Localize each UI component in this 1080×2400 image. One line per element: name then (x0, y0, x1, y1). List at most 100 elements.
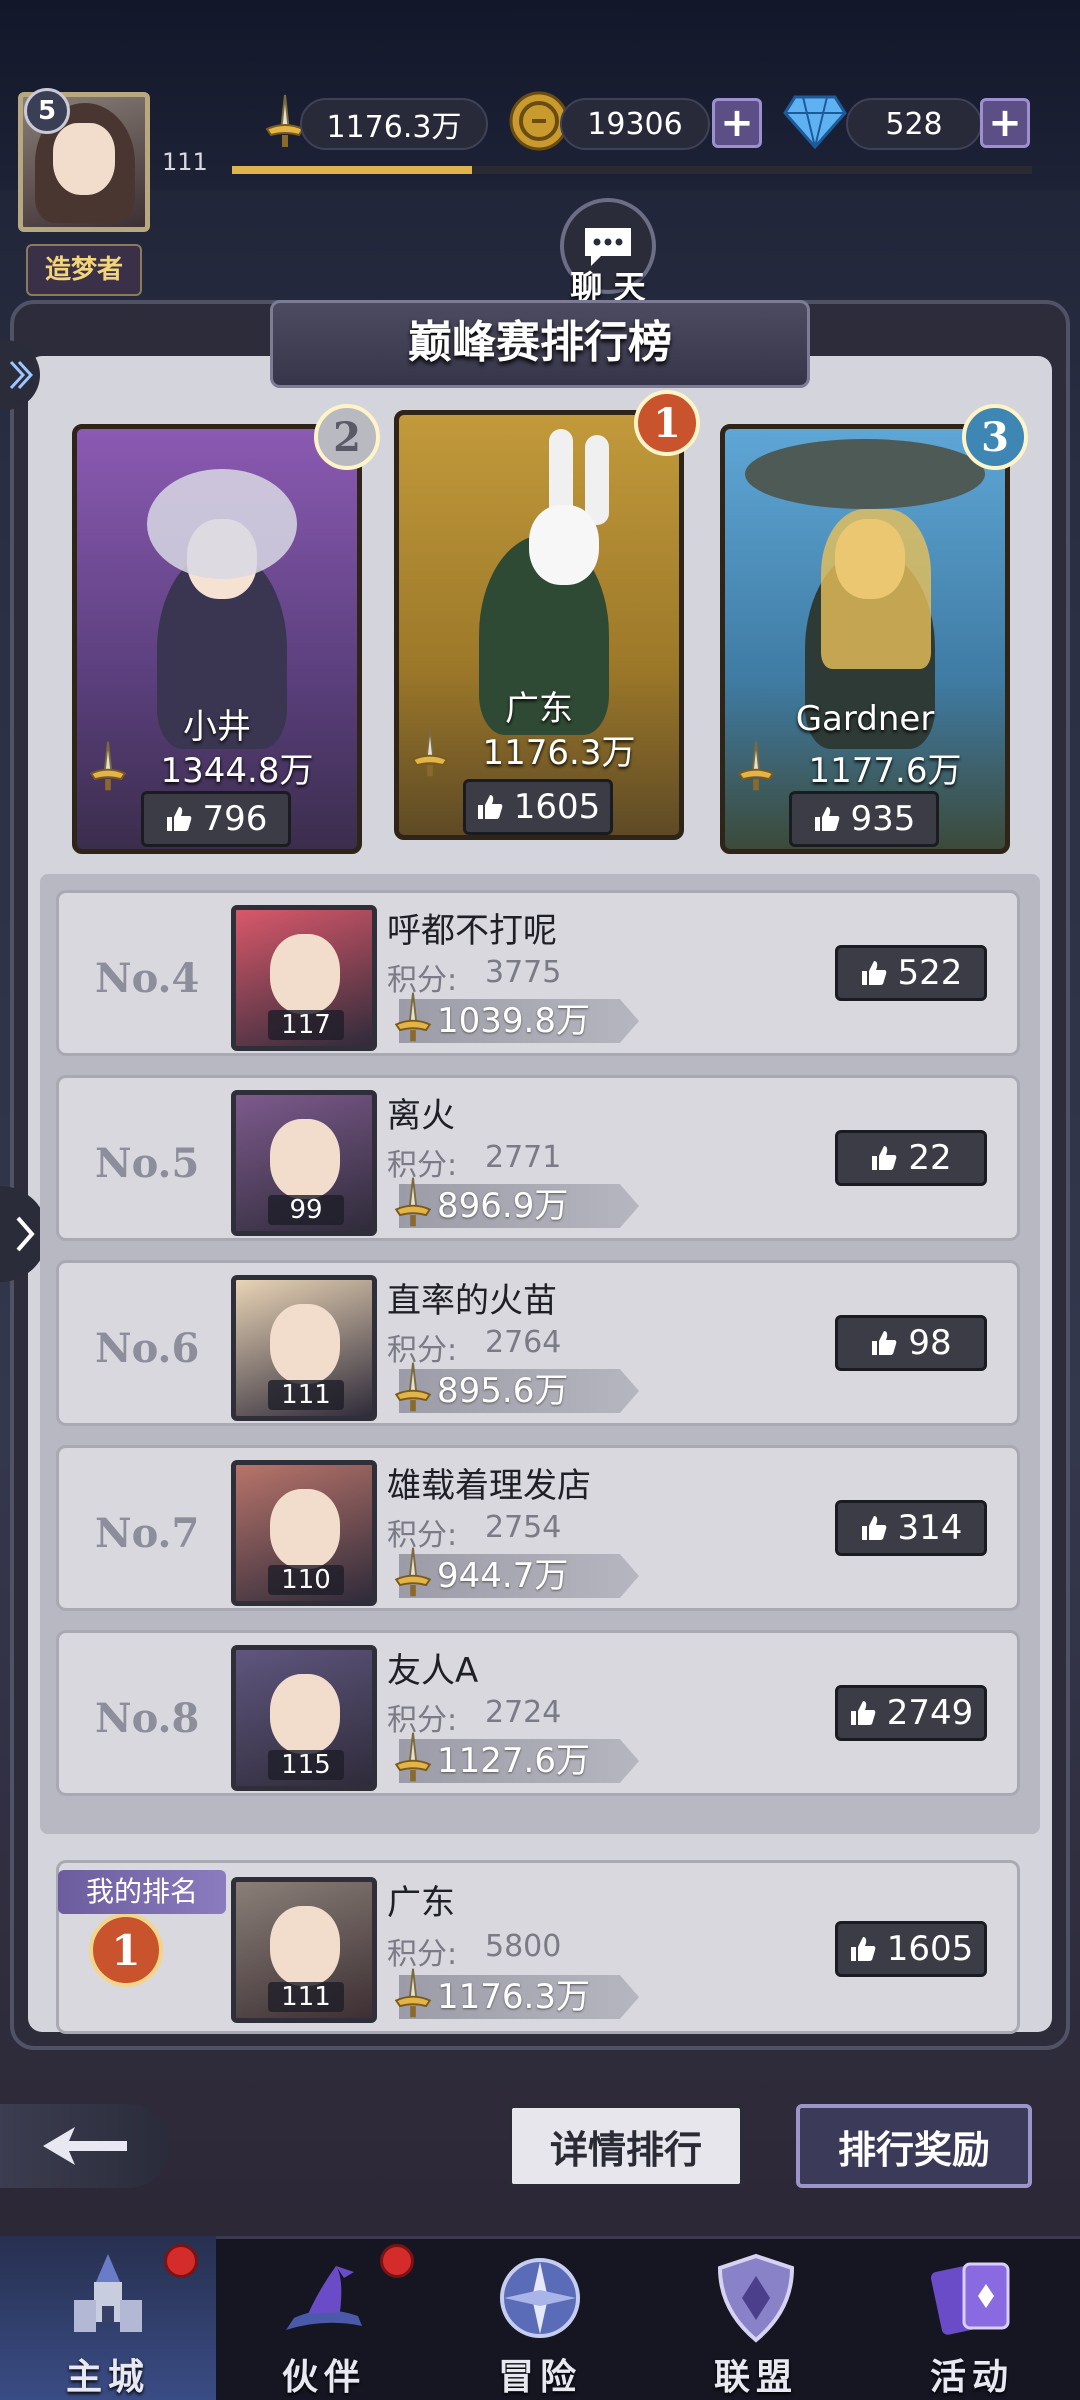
row-score: 2724 (485, 1695, 562, 1730)
shield-icon (701, 2244, 811, 2352)
sword-icon (394, 992, 432, 1042)
thumbs-up-icon (166, 807, 191, 831)
table-row[interactable]: No.8 115 友人A 积分: 2724 1127.6万 2749 (56, 1630, 1020, 1796)
diamond-icon (782, 88, 848, 154)
ranking-reward-button[interactable]: 排行奖励 (796, 2104, 1032, 2188)
sword-icon (394, 1968, 432, 2018)
rank-number: No.4 (95, 955, 200, 1002)
my-rank-tag: 我的排名 (58, 1870, 226, 1914)
row-like-button[interactable]: 22 (835, 1130, 987, 1186)
nav-label: 联盟 (713, 2357, 798, 2398)
row-name: 友人A (387, 1651, 479, 1691)
power-display: 1176.3万 (300, 98, 488, 150)
row-like-button[interactable]: 98 (835, 1315, 987, 1371)
row-score: 2764 (485, 1325, 562, 1360)
row-level: 110 (268, 1565, 344, 1595)
thumbs-up-icon (861, 961, 886, 985)
thumbs-up-icon (850, 1937, 876, 1961)
rank-3-medal: 3 (962, 404, 1028, 470)
row-level: 111 (268, 1380, 344, 1410)
add-diamond-button[interactable]: + (980, 98, 1030, 148)
row-avatar[interactable]: 117 (231, 905, 377, 1051)
add-gold-button[interactable]: + (712, 98, 762, 148)
thumbs-up-icon (872, 1331, 897, 1355)
thumbs-up-icon (861, 1516, 886, 1540)
my-name: 广东 (387, 1883, 455, 1923)
row-like-button[interactable]: 522 (835, 945, 987, 1001)
table-row[interactable]: No.4 117 呼都不打呢 积分: 3775 1039.8万 522 (56, 890, 1020, 1056)
row-avatar[interactable]: 99 (231, 1090, 377, 1236)
rank-2-medal: 2 (314, 404, 380, 470)
top1-name: 广东 (505, 689, 573, 729)
nav-item-shield[interactable]: 联盟 (648, 2236, 864, 2400)
row-power: 1039.8万 (437, 1001, 590, 1041)
row-power: 895.6万 (437, 1371, 569, 1411)
castle-icon (53, 2244, 163, 2352)
compass-icon (485, 2244, 595, 2352)
sword-icon (394, 1177, 432, 1227)
nav-label: 主城 (65, 2357, 150, 2398)
back-arrow-icon (43, 2127, 127, 2165)
cards-icon (917, 2244, 1027, 2352)
rank-1-medal: 1 (634, 390, 700, 456)
nav-label: 活动 (929, 2357, 1014, 2398)
panel-title: 巅峰赛排行榜 (270, 300, 810, 388)
sword-icon (737, 741, 775, 791)
my-like-button[interactable]: 1605 (835, 1921, 987, 1977)
rank-number: No.8 (95, 1695, 200, 1742)
table-row[interactable]: No.6 111 直率的火苗 积分: 2764 895.6万 98 (56, 1260, 1020, 1426)
top2-like-button[interactable]: 796 (141, 791, 291, 847)
row-like-button[interactable]: 314 (835, 1500, 987, 1556)
thumbs-up-icon (477, 795, 503, 819)
notification-dot (380, 2244, 414, 2278)
row-name: 离火 (387, 1096, 455, 1136)
sword-icon (411, 727, 449, 777)
nav-item-cards[interactable]: 活动 (864, 2236, 1080, 2400)
row-like-button[interactable]: 2749 (835, 1685, 987, 1741)
row-avatar[interactable]: 110 (231, 1460, 377, 1606)
my-rank-medal: 1 (89, 1913, 163, 1987)
row-level: 117 (268, 1010, 344, 1040)
exp-value: 111 (162, 148, 208, 176)
top1-like-button[interactable]: 1605 (463, 779, 613, 835)
notification-dot (164, 2244, 198, 2278)
row-score: 2771 (485, 1140, 562, 1175)
row-power: 944.7万 (437, 1556, 569, 1596)
thumbs-up-icon (850, 1701, 876, 1725)
nav-label: 伙伴 (281, 2357, 366, 2398)
row-score: 2754 (485, 1510, 562, 1545)
row-power: 896.9万 (437, 1186, 569, 1226)
witch-hat-icon (269, 2244, 379, 2352)
diamond-display: 528 (846, 98, 982, 150)
rank-number: No.7 (95, 1510, 200, 1557)
top3-like-button[interactable]: 935 (789, 791, 939, 847)
table-row[interactable]: No.7 110 雄载着理发店 积分: 2754 944.7万 314 (56, 1445, 1020, 1611)
nav-item-compass[interactable]: 冒险 (432, 2236, 648, 2400)
my-score: 5800 (485, 1929, 562, 1964)
detail-ranking-button[interactable]: 详情排行 (508, 2104, 744, 2188)
exp-bar (232, 166, 1032, 174)
top3-name: Gardner (795, 699, 935, 739)
row-avatar[interactable]: 115 (231, 1645, 377, 1791)
thumbs-up-icon (872, 1146, 897, 1170)
my-avatar: 111 (231, 1877, 377, 2023)
row-name: 直率的火苗 (387, 1281, 557, 1321)
my-level: 111 (268, 1982, 344, 2012)
sword-icon (394, 1732, 432, 1782)
back-button[interactable] (0, 2104, 170, 2188)
player-level-badge: 5 (24, 88, 70, 134)
row-level: 99 (268, 1195, 344, 1225)
sword-icon (394, 1547, 432, 1597)
row-name: 呼都不打呢 (387, 911, 557, 951)
row-score: 3775 (485, 955, 562, 990)
row-level: 115 (268, 1750, 344, 1780)
player-title-badge[interactable]: 造梦者 (26, 244, 142, 296)
sword-icon (89, 741, 127, 791)
sword-icon (394, 1362, 432, 1412)
rank-number: No.5 (95, 1140, 200, 1187)
row-avatar[interactable]: 111 (231, 1275, 377, 1421)
rank-number: No.6 (95, 1325, 200, 1372)
row-name: 雄载着理发店 (387, 1466, 591, 1506)
table-row[interactable]: No.5 99 离火 积分: 2771 896.9万 22 (56, 1075, 1020, 1241)
my-power: 1176.3万 (437, 1977, 590, 2017)
